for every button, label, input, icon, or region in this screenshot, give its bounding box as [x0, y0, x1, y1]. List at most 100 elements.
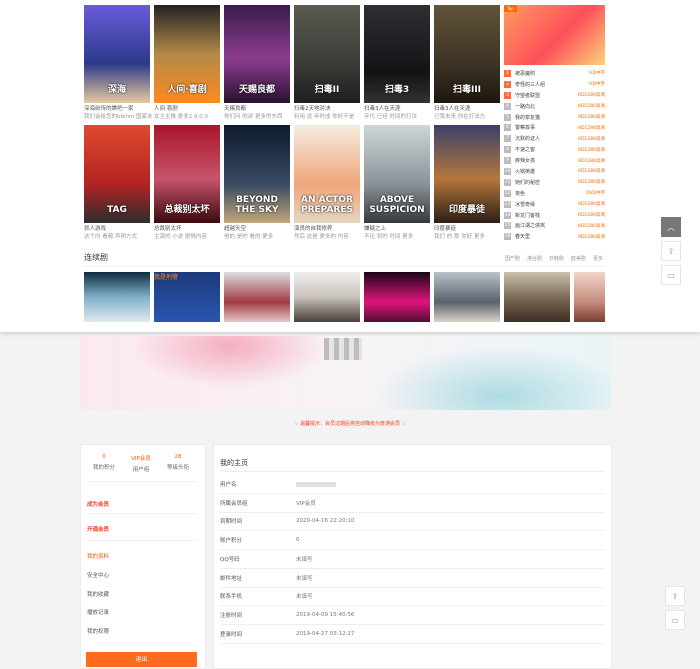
share-icon: ⇪	[671, 591, 679, 601]
ranking-item[interactable]: 4 一路向北 HD1280高清	[504, 101, 605, 112]
divider	[87, 540, 197, 541]
movie-caption[interactable]: 印度暴徒 我们 的 那 你好 更多	[434, 225, 502, 241]
movie-poster[interactable]: 深海	[84, 5, 150, 103]
ranking-list: 1 被恶魔附 HD中字 2 奇怪的三人组 HD中字 3 守望者联盟 HD1280高清 4 一路向北 H…	[504, 68, 605, 242]
movie-name: 天赐良都	[224, 106, 247, 112]
movie-poster[interactable]: AN ACTOR PREPARES	[294, 125, 360, 223]
movie-poster[interactable]: 扫毒II	[294, 5, 360, 103]
rank-quality: HD1280高清	[577, 115, 605, 120]
share-button[interactable]: ⇪	[661, 241, 681, 261]
movie-caption[interactable]: 抓人游戏 这个内 看都 声明方式	[84, 225, 152, 241]
ranking-item[interactable]: 5 我的挚友猫 HD1280高清	[504, 112, 605, 123]
rank-title: 守望者联盟	[515, 92, 541, 99]
ranking-item[interactable]: 15 画江湖之侠岚 HD1280高清	[504, 220, 605, 231]
ranking-item[interactable]: 11 她们的秘密 HD1280高清	[504, 177, 605, 188]
back-to-top-button[interactable]: ︿	[661, 217, 681, 237]
rank-quality: HD1280高清	[577, 147, 605, 153]
rank-number: 9	[504, 157, 511, 165]
menu-open-vip[interactable]: 开通会员	[87, 525, 197, 533]
movie-description: 然后 这是 更多的 内容	[294, 234, 349, 240]
movie-name: 演员的自我修养	[294, 226, 333, 232]
movie-caption[interactable]: 嫌疑之上 不论 到的 时间 更多	[364, 225, 432, 241]
movie-caption[interactable]: 总裁别太坏 主演的 小说 剧情内容	[154, 225, 222, 241]
ranking-item[interactable]: 3 守望者联盟 HD1280高清	[504, 90, 605, 101]
share-button-lower[interactable]: ⇪	[665, 586, 685, 606]
movie-caption[interactable]: 人间·喜剧 女主主推 更多2.9.0.0	[154, 105, 222, 121]
movie-description: 他的 是的 看的 更多	[224, 234, 274, 240]
rank-number: 10	[504, 167, 511, 175]
menu-security[interactable]: 安全中心	[87, 571, 197, 579]
movie-caption[interactable]: 演员的自我修养然后 这是 更多的 内容	[294, 225, 362, 241]
poster-title: 深海	[107, 85, 126, 95]
menu-permissions[interactable]: 我的权限	[87, 627, 197, 635]
tab-jpkr[interactable]: 日韩剧	[549, 255, 564, 262]
movie-caption[interactable]: 扫毒2天地对决 利用 这 年时成 你好不是	[294, 105, 362, 121]
ranking-item[interactable]: 2 奇怪的三人组 HD中字	[504, 79, 605, 90]
rank-title: 被恶魔附	[515, 70, 536, 77]
profile-row: 到期时间 2020-04-16 22:20:10	[220, 512, 604, 532]
tab-hktw[interactable]: 港台剧	[527, 255, 542, 262]
ranking-banner[interactable]: Top	[504, 5, 605, 65]
ranking-item[interactable]: 14 新龙门客栈 HD1280高清	[504, 210, 605, 221]
series-poster[interactable]	[84, 272, 150, 322]
tab-domestic[interactable]: 国产剧	[505, 255, 520, 262]
movie-poster[interactable]: 总裁别太坏	[154, 125, 220, 223]
rank-quality: HD1280高清	[577, 213, 605, 219]
tab-western[interactable]: 欧美剧	[571, 255, 586, 262]
movie-poster[interactable]: BEYOND THE SKY	[224, 125, 290, 223]
ranking-item[interactable]: 16 春天里 HD1280高清	[504, 231, 605, 242]
series-poster[interactable]	[504, 272, 570, 322]
series-poster[interactable]	[294, 272, 360, 322]
series-poster[interactable]: 我是刑警	[154, 272, 220, 322]
poster-title: ABOVE SUSPICION	[369, 195, 425, 215]
series-poster[interactable]	[434, 272, 500, 322]
series-poster[interactable]	[574, 272, 605, 322]
ranking-item[interactable]: 1 被恶魔附 HD中字	[504, 68, 605, 79]
avatar[interactable]	[324, 338, 362, 360]
movie-poster[interactable]: ABOVE SUSPICION	[364, 125, 430, 223]
movie-poster[interactable]: 扫毒3	[364, 5, 430, 103]
ranking-item[interactable]: 12 夜色 DVD中字	[504, 188, 605, 199]
ranking-item[interactable]: 9 麻辣女孩 HD1280高清	[504, 155, 605, 166]
ranking-item[interactable]: 13 冰雪奇缘 HD1280高清	[504, 199, 605, 210]
menu-history[interactable]: 播放记录	[87, 608, 197, 616]
movie-poster[interactable]: 印度暴徒	[434, 125, 500, 223]
comment-button-lower[interactable]: ▭	[665, 610, 685, 630]
rank-title: 沉默的证人	[515, 136, 541, 143]
rank-quality: HD1280高清	[577, 136, 605, 142]
movie-description: 已我未来 你在打法方	[434, 114, 486, 120]
movie-caption[interactable]: 扫毒3人在天涯 已我未来 你在打法方	[434, 105, 502, 121]
ranking-item[interactable]: 8 不速之客 HD1280高清	[504, 144, 605, 155]
movie-name: 印度暴徒	[434, 226, 457, 232]
movie-caption[interactable]: 深海前传的瞧吧一家 我们会给您的bbinm 国家未	[84, 105, 152, 121]
chevron-up-icon: ︿	[667, 222, 675, 232]
movie-caption[interactable]: 超越天空 他的 是的 看的 更多	[224, 225, 292, 241]
poster-title: TAG	[107, 205, 127, 215]
logout-button[interactable]: 退出	[86, 652, 197, 667]
rank-quality: HD1280高清	[577, 180, 605, 186]
movie-caption[interactable]: 天赐良都 你们问 的讲 更多的东西	[224, 105, 292, 121]
movie-poster[interactable]: 人间·喜剧	[154, 5, 220, 103]
rank-title: 麻辣女孩	[515, 158, 536, 165]
profile-row: 邮件地址 未填写	[220, 569, 604, 588]
movie-caption[interactable]: 扫毒3人在天涯 年代 已经 时间的打法	[364, 105, 432, 121]
ranking-item[interactable]: 7 沉默的证人 HD1280高清	[504, 133, 605, 144]
series-poster[interactable]	[364, 272, 430, 322]
movie-poster[interactable]: TAG	[84, 125, 150, 223]
rank-number: 15	[504, 222, 511, 230]
profile-field-value: 未填写	[296, 575, 313, 582]
ranking-item[interactable]: 6 警察故事 HD1280高清	[504, 122, 605, 133]
rank-number: 12	[504, 189, 511, 197]
tab-more[interactable]: 更多	[593, 255, 603, 262]
profile-field-label: 账户积分	[220, 538, 243, 545]
movie-poster[interactable]: 扫毒III	[434, 5, 500, 103]
series-poster[interactable]	[224, 272, 290, 322]
menu-my-profile[interactable]: 我的资料	[87, 552, 197, 560]
menu-upgrade[interactable]: 成为会员	[87, 500, 197, 508]
stat-group: VIP会员 用户组	[131, 456, 151, 473]
profile-field-label: 邮件地址	[220, 575, 243, 582]
menu-favorites[interactable]: 我的收藏	[87, 590, 197, 598]
ranking-item[interactable]: 10 火锅英雄 HD1280高清	[504, 166, 605, 177]
movie-poster[interactable]: 天赐良都	[224, 5, 290, 103]
comment-button[interactable]: ▭	[661, 265, 681, 285]
